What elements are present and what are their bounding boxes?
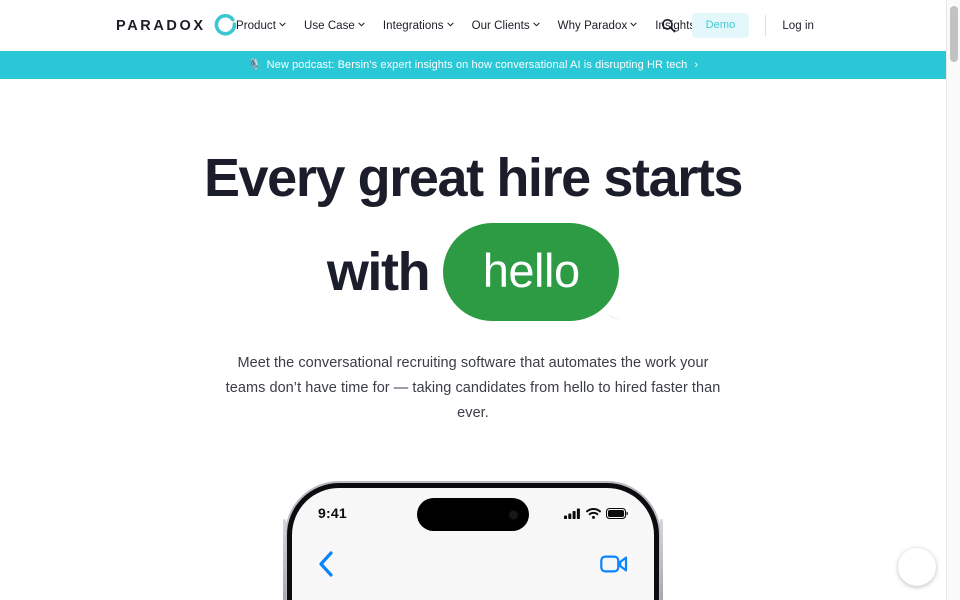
page-title: Every great hire starts	[203, 148, 744, 208]
chevron-down-icon	[630, 21, 637, 28]
front-camera-icon	[509, 510, 518, 519]
banner-content: 🎙️ New podcast: Bersin's expert insights…	[248, 59, 698, 71]
chevron-down-icon	[533, 21, 540, 28]
chevron-down-icon	[446, 21, 454, 28]
demo-button[interactable]: Demo	[691, 12, 750, 39]
chevron-right-icon: ›	[694, 59, 699, 71]
nav-item-why-paradox[interactable]: Why Paradox	[558, 14, 647, 38]
scrollbar-thumb[interactable]	[950, 6, 958, 62]
page-scrollbar[interactable]	[946, 0, 960, 600]
hero-section: Every great hire starts with hello Meet …	[0, 79, 946, 600]
hello-bubble-text: hello	[482, 243, 580, 297]
cellular-signal-icon	[564, 508, 581, 519]
nav-item-product[interactable]: Product	[236, 14, 295, 38]
nav-label: Our Clients	[471, 19, 530, 32]
nav-item-our-clients[interactable]: Our Clients	[472, 14, 549, 38]
speech-bubble-tail-icon	[597, 288, 631, 322]
nav-item-integrations[interactable]: Integrations	[383, 14, 463, 38]
status-icons	[564, 507, 628, 519]
ios-status-bar: 9:41	[292, 488, 654, 534]
status-time: 9:41	[318, 505, 347, 521]
dynamic-island	[417, 498, 529, 531]
header-actions: Demo Log in	[658, 0, 814, 51]
nav-label: Use Case	[303, 19, 355, 32]
chevron-down-icon	[358, 21, 365, 28]
hello-speech-bubble: hello	[443, 223, 620, 321]
microphone-icon: 🎙️	[247, 58, 262, 71]
header-divider	[765, 15, 767, 36]
paradox-ring-icon	[214, 14, 238, 38]
nav-label: Why Paradox	[557, 19, 628, 32]
logo-wordmark: PARADOX	[116, 17, 206, 34]
page-content: PARADOX Product Use Case Integrations Ou…	[0, 0, 946, 600]
phone-mockup-stage: 9:41	[0, 483, 946, 600]
hero-subtitle: Meet the conversational recruiting softw…	[225, 355, 721, 421]
hero-title-prefix: with	[326, 242, 431, 302]
chat-agent-avatar[interactable]	[898, 548, 936, 586]
main-navigation: Product Use Case Integrations Our Client…	[236, 0, 723, 51]
phone-side-button-right	[660, 519, 663, 600]
paradox-logo[interactable]: PARADOX	[116, 14, 238, 38]
battery-icon	[606, 507, 628, 519]
login-link[interactable]: Log in	[782, 20, 814, 32]
announcement-banner[interactable]: 🎙️ New podcast: Bersin's expert insights…	[0, 51, 946, 79]
iphone-mockup: 9:41	[283, 483, 663, 600]
browser-viewport: PARADOX Product Use Case Integrations Ou…	[0, 0, 960, 600]
nav-item-use-case[interactable]: Use Case	[304, 14, 374, 38]
contact-avatar[interactable]	[448, 538, 498, 588]
site-header: PARADOX Product Use Case Integrations Ou…	[0, 0, 946, 51]
video-camera-icon[interactable]	[600, 554, 628, 574]
hero-title-line-two: with hello	[0, 223, 946, 321]
nav-label: Integrations	[382, 19, 444, 32]
banner-text: New podcast: Bersin's expert insights on…	[266, 59, 688, 71]
chevron-down-icon	[279, 21, 286, 28]
search-icon[interactable]	[658, 15, 680, 37]
back-chevron-icon[interactable]	[318, 551, 334, 577]
phone-screen: 9:41	[292, 488, 654, 600]
nav-label: Product	[236, 19, 276, 32]
wifi-icon	[586, 507, 601, 519]
chat-top-bar	[292, 534, 654, 594]
phone-side-button-left	[283, 519, 286, 600]
